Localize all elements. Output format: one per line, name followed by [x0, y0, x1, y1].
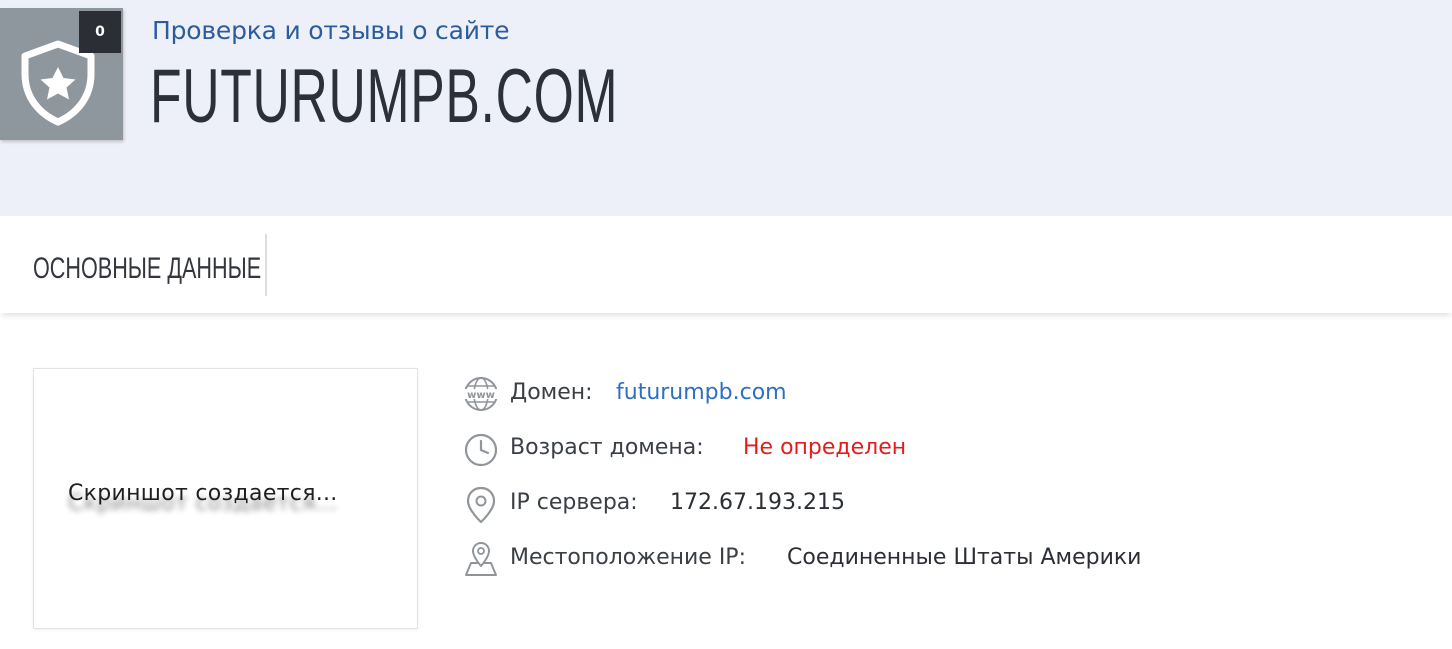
- map-pin-icon: [466, 486, 496, 524]
- location-value: Соединенные Штаты Америки: [787, 545, 1142, 570]
- ip-label: IP сервера:: [510, 490, 638, 515]
- www-globe-icon: www: [463, 377, 499, 411]
- page-subtitle: Проверка и отзывы о сайте: [152, 16, 510, 45]
- page-title: FUTURUMPB.COM: [150, 54, 619, 139]
- screenshot-status: Скриншот создается...: [68, 481, 338, 506]
- site-header: 0 Проверка и отзывы о сайте FUTURUMPB.CO…: [0, 0, 1452, 216]
- site-screenshot-placeholder: Скриншот создается...: [33, 368, 418, 629]
- review-count-badge: 0: [79, 11, 121, 53]
- clock-icon: [464, 433, 498, 467]
- svg-text:www: www: [467, 390, 495, 401]
- map-location-icon: [465, 542, 497, 576]
- page: 0 Проверка и отзывы о сайте FUTURUMPB.CO…: [0, 0, 1452, 649]
- tab-bar: ОСНОВНЫЕ ДАННЫЕ: [0, 216, 1452, 313]
- domain-age-value: Не определен: [743, 435, 907, 460]
- location-label: Местоположение IP:: [510, 545, 746, 570]
- domain-link[interactable]: futurumpb.com: [616, 380, 787, 405]
- ip-value: 172.67.193.215: [670, 490, 845, 515]
- domain-age-label: Возраст домена:: [510, 435, 704, 460]
- tab-label: ОСНОВНЫЕ ДАННЫЕ: [33, 252, 262, 285]
- tab-main-data[interactable]: ОСНОВНЫЕ ДАННЫЕ: [0, 234, 267, 296]
- domain-label: Домен:: [510, 380, 593, 405]
